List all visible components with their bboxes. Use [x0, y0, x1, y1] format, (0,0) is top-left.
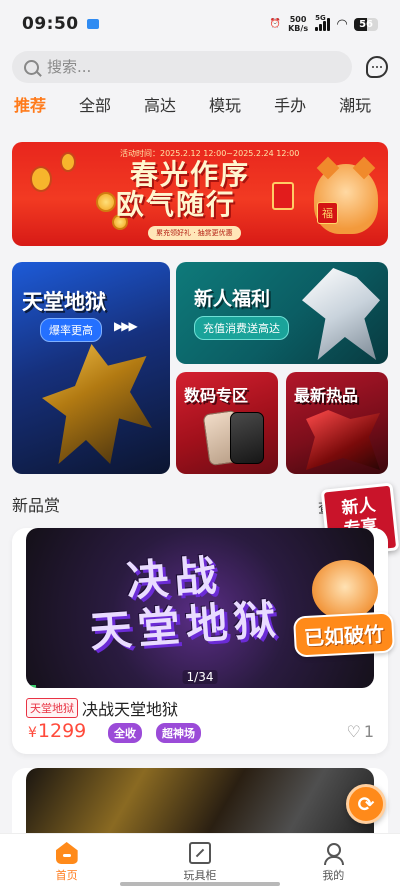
- net-speed-unit: KB/s: [288, 24, 309, 33]
- lantern-icon: [30, 166, 52, 192]
- card-new-hot[interactable]: 最新热品: [286, 372, 388, 474]
- search-row: [12, 50, 388, 84]
- card-heaven-hell-title: 天堂地狱: [22, 290, 106, 314]
- like-button[interactable]: ♡ 1: [346, 722, 374, 741]
- banner-pill: 累充领好礼 · 抽赏更优惠: [148, 226, 241, 240]
- white-mech-image: [302, 268, 380, 360]
- card-new-user-benefits[interactable]: 新人福利 充值消费送高达: [176, 262, 388, 364]
- bottom-nav: 首页 玩具柜 我的: [0, 833, 400, 889]
- draw-progress-bar: [26, 685, 37, 688]
- nav-me[interactable]: 我的: [267, 834, 400, 889]
- coin-icon: [96, 192, 116, 212]
- home-icon: [55, 842, 78, 864]
- product-price: ¥1299: [28, 720, 86, 742]
- refresh-icon[interactable]: ⟳: [346, 784, 386, 824]
- tab-figures[interactable]: 手办: [274, 92, 306, 124]
- wifi-icon: ◠: [337, 16, 348, 32]
- card-new-user-chip: 充值消费送高达: [194, 316, 289, 340]
- image-counter: 1/34: [182, 670, 218, 684]
- net-speed-value: 500: [289, 15, 307, 24]
- product-image-title: 决战 天堂地狱: [85, 547, 283, 656]
- product-tag: 天堂地狱: [26, 698, 78, 718]
- card-digital-title: 数码专区: [184, 386, 249, 405]
- net-speed: 500 KB/s: [288, 15, 308, 33]
- category-tabs: 推荐 全部 高达 模玩 手办 潮玩 特: [14, 92, 400, 124]
- banner-title-line1: 春光作序: [130, 158, 251, 191]
- phone-image: [230, 412, 264, 464]
- pill-full-collection: 全收: [108, 723, 142, 743]
- nav-toy-cabinet-label: 玩具柜: [183, 869, 217, 882]
- status-indicators: ⏰ 500 KB/s 5G ◠ 56: [269, 14, 378, 33]
- arrows-icon: ▶▶▶: [114, 319, 138, 333]
- signal-icon: 5G: [315, 14, 331, 31]
- signal-label: 5G: [315, 13, 326, 22]
- card-hot-title: 最新热品: [294, 386, 359, 405]
- red-envelope-icon: [272, 182, 294, 210]
- nav-home-label: 首页: [55, 869, 78, 882]
- customer-service-icon[interactable]: [366, 56, 388, 78]
- card-heaven-hell[interactable]: 天堂地狱 爆率更高 ▶▶▶: [12, 262, 170, 474]
- user-icon: [322, 842, 345, 865]
- nav-me-label: 我的: [322, 869, 345, 882]
- cabinet-icon: [188, 842, 211, 864]
- fu-envelope: 福: [317, 202, 338, 224]
- search-icon: [24, 59, 39, 75]
- product-name: 决战天堂地狱: [82, 700, 179, 719]
- tab-model-toys[interactable]: 模玩: [209, 92, 241, 124]
- battery-icon: 56: [354, 17, 378, 31]
- promo-banner[interactable]: 活动时间：2025.2.12 12:00~2025.2.24 12:00 春光作…: [12, 142, 388, 246]
- pill-super-god: 超神场: [156, 723, 201, 743]
- banner-title-line2: 欧气随行: [116, 188, 237, 221]
- like-count: 1: [363, 722, 374, 741]
- tab-trendy-toys[interactable]: 潮玩: [339, 92, 371, 124]
- price-symbol: ¥: [28, 725, 37, 741]
- status-time: 09:50: [22, 14, 79, 34]
- banner-title: 春光作序 欧气随行: [116, 158, 251, 220]
- card-digital-zone[interactable]: 数码专区: [176, 372, 278, 474]
- home-indicator: [120, 882, 280, 886]
- floating-promo-text[interactable]: 已如破竹: [292, 611, 396, 658]
- red-mech-image: [306, 410, 380, 470]
- search-input[interactable]: [47, 58, 307, 76]
- tab-recommend[interactable]: 推荐: [14, 92, 46, 124]
- price-value: 1299: [37, 720, 87, 742]
- battery-level: 56: [359, 18, 373, 30]
- card-new-user-title: 新人福利: [194, 288, 271, 310]
- heart-icon: ♡: [346, 722, 361, 741]
- mascot-icon: [312, 560, 378, 620]
- tab-gundam[interactable]: 高达: [144, 92, 176, 124]
- image-title-line2: 天堂地狱: [88, 594, 284, 657]
- nav-home[interactable]: 首页: [0, 834, 133, 889]
- search-box[interactable]: [12, 51, 352, 83]
- lantern-icon: [60, 152, 76, 172]
- card-heaven-hell-chip: 爆率更高: [40, 318, 102, 342]
- notification-icon: [86, 19, 99, 29]
- status-bar: 09:50 ⏰ 500 KB/s 5G ◠ 56: [0, 0, 400, 48]
- tab-all[interactable]: 全部: [79, 92, 111, 124]
- gold-mech-image: [42, 344, 152, 464]
- nav-toy-cabinet[interactable]: 玩具柜: [133, 834, 266, 889]
- section-title: 新品赏: [12, 496, 61, 515]
- alarm-icon: ⏰: [269, 19, 282, 29]
